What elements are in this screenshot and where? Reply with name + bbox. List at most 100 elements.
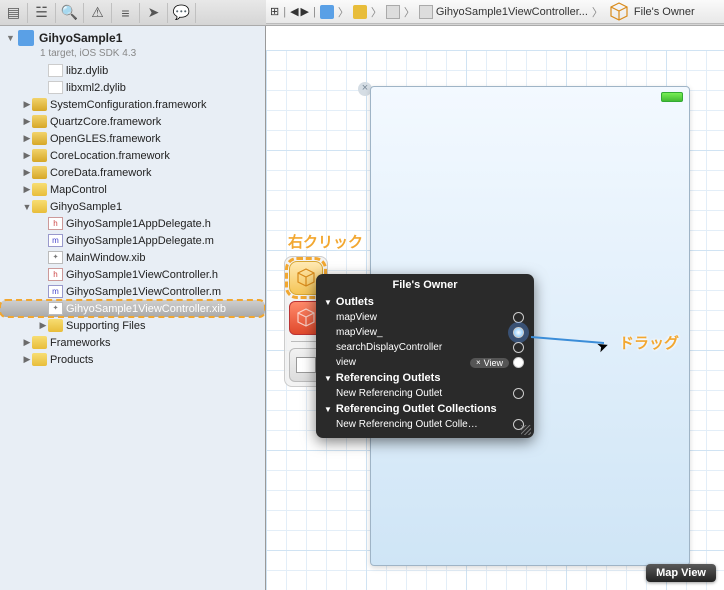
tool-search-icon[interactable]: 🔍 bbox=[56, 3, 84, 23]
tree-label: CoreData.framework bbox=[50, 167, 151, 179]
disclosure-icon[interactable]: ▶ bbox=[22, 337, 32, 348]
outlet-row[interactable]: searchDisplayController bbox=[316, 340, 534, 355]
tree-row[interactable]: ▶ SystemConfiguration.framework bbox=[0, 96, 265, 113]
tree-label: Products bbox=[50, 354, 93, 366]
popup-section-header[interactable]: ▼ Referencing Outlet Collections bbox=[316, 401, 534, 417]
lib-icon bbox=[48, 64, 63, 77]
outlet-row[interactable]: mapView_ bbox=[316, 325, 534, 340]
connection-port-icon[interactable] bbox=[513, 388, 524, 399]
tool-logs-icon[interactable]: 💬 bbox=[168, 3, 196, 23]
tree-row[interactable]: ▶Supporting Files bbox=[0, 317, 265, 334]
tree-label: MapControl bbox=[50, 184, 107, 196]
section-title: Referencing Outlet Collections bbox=[336, 403, 497, 415]
popup-section-header[interactable]: ▼ Referencing Outlets bbox=[316, 370, 534, 386]
pill-label: View bbox=[484, 358, 503, 368]
tree-label: GihyoSample1ViewController.h bbox=[66, 269, 218, 281]
disclosure-icon[interactable]: ▶ bbox=[22, 150, 32, 161]
resize-grip-icon[interactable] bbox=[521, 425, 531, 435]
tree-row[interactable]: ▼ GihyoSample1 bbox=[0, 198, 265, 215]
section-title: Outlets bbox=[336, 296, 374, 308]
tree-label: libxml2.dylib bbox=[66, 82, 126, 94]
path-project-icon[interactable] bbox=[320, 5, 334, 19]
battery-icon bbox=[661, 92, 683, 102]
tree-row[interactable]: ▶QuartzCore.framework bbox=[0, 113, 265, 130]
tree-row[interactable]: ▶libz.dylib bbox=[0, 62, 265, 79]
m-icon: m bbox=[48, 234, 63, 247]
tree-row[interactable]: ▶CoreLocation.framework bbox=[0, 147, 265, 164]
tree-row[interactable]: ▶ OpenGLES.framework bbox=[0, 130, 265, 147]
tree-row[interactable]: ▶✦GihyoSample1ViewController.xib bbox=[0, 300, 265, 317]
tree-label: GihyoSample1ViewController.xib bbox=[66, 303, 226, 315]
tree-label: SystemConfiguration.framework bbox=[50, 99, 207, 111]
fw-icon bbox=[32, 166, 47, 179]
disclosure-icon[interactable]: ▶ bbox=[38, 320, 48, 331]
disclosure-icon[interactable]: ▼ bbox=[22, 202, 32, 212]
path-file-icon[interactable] bbox=[386, 5, 400, 19]
disclosure-icon[interactable]: ▶ bbox=[22, 99, 32, 110]
tree-label: Frameworks bbox=[50, 337, 111, 349]
tree-label: GihyoSample1AppDelegate.h bbox=[66, 218, 211, 230]
h-icon: h bbox=[48, 268, 63, 281]
connection-port-icon[interactable] bbox=[513, 357, 524, 368]
disclosure-icon[interactable]: ▶ bbox=[22, 116, 32, 127]
tree-label: MainWindow.xib bbox=[66, 252, 145, 264]
tool-files-icon[interactable]: ▤ bbox=[0, 3, 28, 23]
connection-pill[interactable]: ×View bbox=[470, 358, 509, 368]
project-root[interactable]: ▼ GihyoSample1 bbox=[0, 26, 265, 50]
tree-row[interactable]: ▶ CoreData.framework bbox=[0, 164, 265, 181]
outlet-label: view bbox=[336, 357, 470, 368]
fw-icon bbox=[32, 98, 47, 111]
tree-row[interactable]: ▶ Frameworks bbox=[0, 334, 265, 351]
tree-row[interactable]: ▶libxml2.dylib bbox=[0, 79, 265, 96]
connections-popup: File's Owner ▼OutletsmapViewmapView_sear… bbox=[316, 274, 534, 438]
tree-label: GihyoSample1 bbox=[50, 201, 122, 213]
outlet-label: mapView bbox=[336, 312, 513, 323]
tree-row[interactable]: ▶mGihyoSample1ViewController.m bbox=[0, 283, 265, 300]
outlet-row[interactable]: New Referencing Outlet bbox=[316, 386, 534, 401]
popup-section-header[interactable]: ▼Outlets bbox=[316, 294, 534, 310]
gf-icon bbox=[48, 319, 63, 332]
fw-icon bbox=[32, 149, 47, 162]
path-forward-icon[interactable]: ▶ bbox=[301, 5, 309, 18]
tool-breakpoints-icon[interactable]: ➤ bbox=[140, 3, 168, 23]
connection-port-icon[interactable] bbox=[513, 342, 524, 353]
path-owner-label: File's Owner bbox=[634, 6, 695, 18]
tree-row[interactable]: ▶ MapControl bbox=[0, 181, 265, 198]
path-nav-related-icon[interactable]: ⊞ bbox=[270, 5, 279, 18]
element-badge: Map View bbox=[646, 564, 716, 582]
m-icon: m bbox=[48, 285, 63, 298]
h-icon: h bbox=[48, 217, 63, 230]
project-navigator: ▼ GihyoSample1 1 target, iOS SDK 4.3 ▶li… bbox=[0, 26, 266, 590]
disclosure-icon[interactable]: ▶ bbox=[22, 167, 32, 178]
tree-label: OpenGLES.framework bbox=[50, 133, 161, 145]
section-title: Referencing Outlets bbox=[336, 372, 441, 384]
path-back-icon[interactable]: ◀ bbox=[290, 5, 298, 18]
annotation-drag: ドラッグ bbox=[619, 332, 679, 353]
path-folder-icon[interactable] bbox=[353, 5, 367, 19]
disclosure-icon: ▼ bbox=[324, 374, 332, 383]
tree-row[interactable]: ▶ Products bbox=[0, 351, 265, 368]
outlet-label: New Referencing Outlet Colle… bbox=[336, 419, 513, 430]
path-xib-seg[interactable]: GihyoSample1ViewController... bbox=[419, 5, 588, 19]
disclosure-icon[interactable]: ▶ bbox=[22, 354, 32, 365]
remove-connection-icon[interactable]: × bbox=[476, 358, 481, 367]
connection-port-icon[interactable] bbox=[513, 327, 524, 338]
project-name: GihyoSample1 bbox=[39, 31, 122, 45]
tree-row[interactable]: ▶hGihyoSample1AppDelegate.h bbox=[0, 215, 265, 232]
path-owner-seg[interactable]: File's Owner bbox=[607, 0, 695, 24]
tree-row[interactable]: ▶✦MainWindow.xib bbox=[0, 249, 265, 266]
tool-issues-icon[interactable]: ⚠ bbox=[84, 3, 112, 23]
interface-builder-canvas: × 右クリック File's Owner ▼OutletsmapViewmapV… bbox=[266, 26, 724, 590]
tool-debug-icon[interactable]: ≡ bbox=[112, 3, 140, 23]
disclosure-icon: ▼ bbox=[324, 405, 332, 414]
disclosure-icon[interactable]: ▶ bbox=[22, 184, 32, 195]
tree-row[interactable]: ▶mGihyoSample1AppDelegate.m bbox=[0, 232, 265, 249]
disclosure-icon[interactable]: ▶ bbox=[22, 133, 32, 144]
connection-port-icon[interactable] bbox=[513, 312, 524, 323]
outlet-row[interactable]: New Referencing Outlet Colle… bbox=[316, 417, 534, 432]
outlet-row[interactable]: mapView bbox=[316, 310, 534, 325]
tool-symbols-icon[interactable]: ☱ bbox=[28, 3, 56, 23]
tree-row[interactable]: ▶hGihyoSample1ViewController.h bbox=[0, 266, 265, 283]
fw-icon bbox=[32, 132, 47, 145]
outlet-row[interactable]: view×View bbox=[316, 355, 534, 370]
